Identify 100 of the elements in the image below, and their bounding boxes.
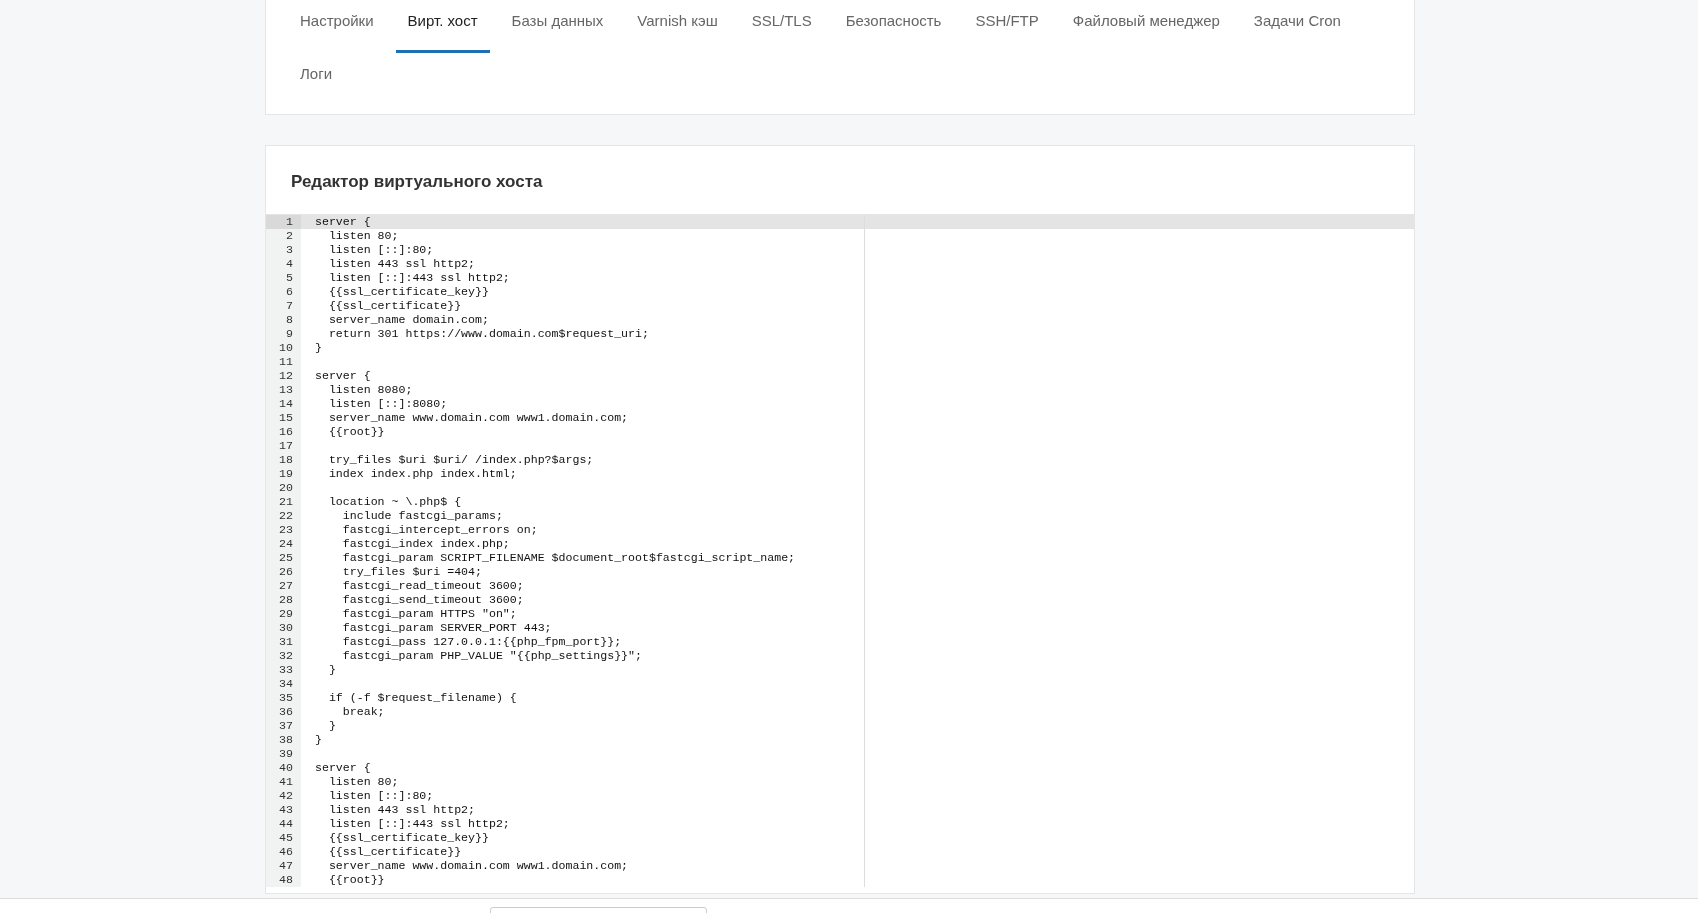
code-line: listen [::]:80;	[327, 789, 434, 802]
code-line: index index.php index.html;	[327, 467, 517, 480]
line-number: 45	[266, 831, 301, 845]
code-line: if (-f $request_filename) {	[327, 691, 517, 704]
code-line: listen [::]:80;	[327, 243, 434, 256]
code-line: server_name domain.com;	[327, 313, 489, 326]
tab[interactable]: Файловый менеджер	[1060, 0, 1232, 53]
line-number: 4	[266, 257, 301, 271]
line-number: 11	[266, 355, 301, 369]
tab[interactable]: Безопасность	[833, 0, 954, 53]
code-line: return 301 https://www.domain.com$request_uri;	[327, 327, 649, 340]
code-line: fastcgi_intercept_errors on;	[341, 523, 538, 536]
line-number: 14	[266, 397, 301, 411]
line-number: 46	[266, 845, 301, 859]
code-line: {{ssl_certificate}}	[327, 299, 462, 312]
code-line: try_files $uri $uri/ /index.php?$args;	[327, 453, 594, 466]
line-number: 15	[266, 411, 301, 425]
line-number: 19	[266, 467, 301, 481]
code-line: break;	[341, 705, 385, 718]
code-line: fastcgi_send_timeout 3600;	[341, 593, 524, 606]
line-number: 10	[266, 341, 301, 355]
line-number: 32	[266, 649, 301, 663]
code-line: listen 8080;	[327, 383, 413, 396]
code-line: server {	[315, 369, 371, 382]
code-line: server_name www.domain.com www1.domain.com;	[327, 859, 629, 872]
line-number: 48	[266, 873, 301, 887]
line-number: 38	[266, 733, 301, 747]
line-number: 40	[266, 761, 301, 775]
code-line: {{ssl_certificate_key}}	[327, 285, 489, 298]
tab[interactable]: Вирт. хост	[395, 0, 490, 53]
tab[interactable]: Базы данных	[499, 0, 616, 53]
line-number: 23	[266, 523, 301, 537]
line-number: 2	[266, 229, 301, 243]
code-line: {{root}}	[327, 873, 385, 886]
code-line: {{ssl_certificate}}	[327, 845, 462, 858]
code-line: fastcgi_param PHP_VALUE "{{php_settings}}";	[341, 649, 642, 662]
line-number: 3	[266, 243, 301, 257]
line-number: 43	[266, 803, 301, 817]
tab[interactable]: Логи	[288, 53, 345, 106]
code-line: location ~ \.php$ {	[327, 495, 462, 508]
line-number: 24	[266, 537, 301, 551]
line-number: 36	[266, 705, 301, 719]
line-number: 42	[266, 789, 301, 803]
code-line: listen 443 ssl http2;	[327, 803, 476, 816]
code-line: server_name www.domain.com www1.domain.com;	[327, 411, 629, 424]
code-line: server {	[315, 761, 371, 774]
line-number: 7	[266, 299, 301, 313]
code-line: fastcgi_index index.php;	[341, 537, 510, 550]
line-number: 33	[266, 663, 301, 677]
code-line: server {	[315, 215, 371, 228]
line-number: 39	[266, 747, 301, 761]
code-line: listen [::]:8080;	[327, 397, 448, 410]
line-number: 30	[266, 621, 301, 635]
line-number: 21	[266, 495, 301, 509]
line-number: 13	[266, 383, 301, 397]
line-number: 5	[266, 271, 301, 285]
line-number: 31	[266, 635, 301, 649]
line-number: 29	[266, 607, 301, 621]
line-number: 47	[266, 859, 301, 873]
code-line: }	[315, 341, 322, 354]
tab[interactable]: SSH/FTP	[963, 0, 1051, 53]
line-number: 20	[266, 481, 301, 495]
code-line: listen 80;	[327, 229, 399, 242]
code-line: try_files $uri =404;	[341, 565, 482, 578]
code-line: }	[327, 663, 336, 676]
line-number: 44	[266, 817, 301, 831]
code-line: include fastcgi_params;	[341, 509, 503, 522]
code-line: listen [::]:443 ssl http2;	[327, 817, 510, 830]
line-number: 26	[266, 565, 301, 579]
code-line: {{ssl_certificate_key}}	[327, 831, 489, 844]
tab[interactable]: Задачи Cron	[1241, 0, 1353, 53]
line-number: 9	[266, 327, 301, 341]
line-number: 41	[266, 775, 301, 789]
tab[interactable]: Настройки	[288, 0, 386, 53]
line-number: 25	[266, 551, 301, 565]
line-number: 16	[266, 425, 301, 439]
code-line: }	[327, 719, 336, 732]
line-number: 12	[266, 369, 301, 383]
line-number: 37	[266, 719, 301, 733]
line-number: 1	[266, 215, 301, 229]
editor-title: Редактор виртуального хоста	[290, 171, 544, 193]
tab[interactable]: SSL/TLS	[739, 0, 824, 53]
line-number: 27	[266, 579, 301, 593]
line-number: 8	[266, 313, 301, 327]
code-line: }	[315, 733, 322, 746]
code-line: listen [::]:443 ssl http2;	[327, 271, 510, 284]
tab[interactable]: Varnish кэш	[625, 0, 730, 53]
line-number: 35	[266, 691, 301, 705]
code-line: fastcgi_pass 127.0.0.1:{{php_fpm_port}};	[341, 635, 622, 648]
line-number: 22	[266, 509, 301, 523]
code-line: listen 80;	[327, 775, 399, 788]
code-line: fastcgi_read_timeout 3600;	[341, 579, 524, 592]
code-line: fastcgi_param SCRIPT_FILENAME $document_root$fastcgi_script_name;	[341, 551, 796, 564]
line-number: 18	[266, 453, 301, 467]
line-number: 28	[266, 593, 301, 607]
code-line: {{root}}	[327, 425, 385, 438]
code-line: fastcgi_param SERVER_PORT 443;	[341, 621, 552, 634]
line-number: 34	[266, 677, 301, 691]
line-number: 6	[266, 285, 301, 299]
code-line: listen 443 ssl http2;	[327, 257, 476, 270]
